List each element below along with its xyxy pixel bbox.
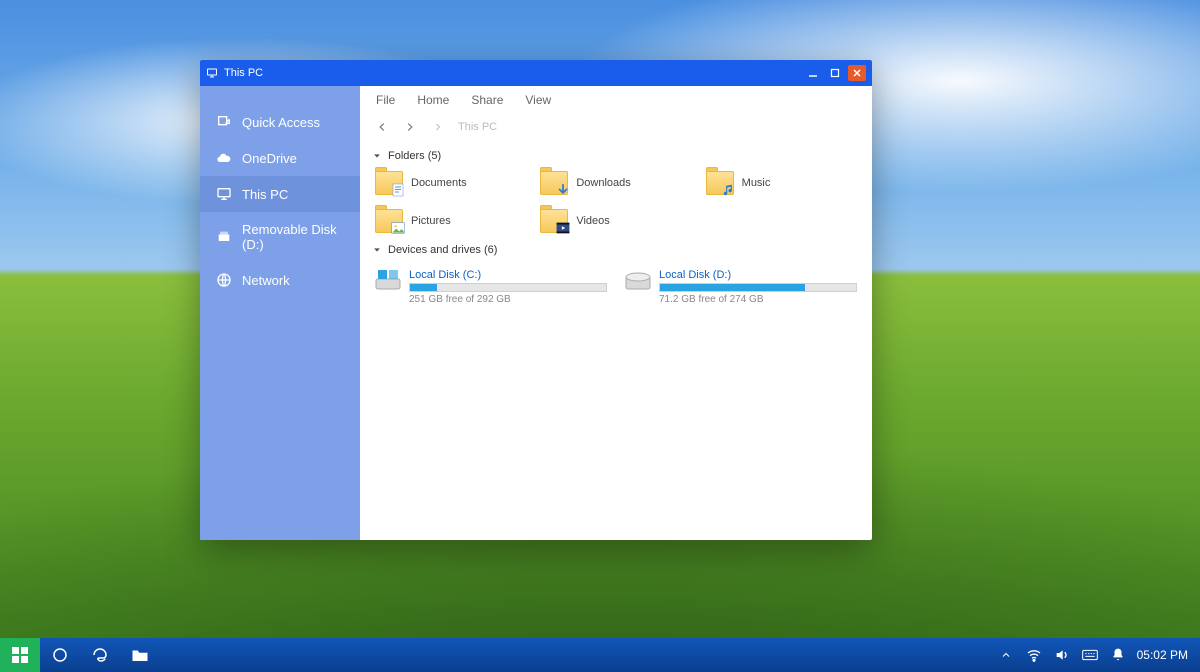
- folder-icon: [131, 647, 149, 663]
- taskbar-cortana[interactable]: [40, 638, 80, 672]
- tray-notifications-icon[interactable]: [1109, 646, 1127, 664]
- folder-icon: [375, 209, 403, 233]
- drives-grid: Local Disk (C:) 251 GB free of 292 GB: [372, 264, 860, 310]
- sidebar-item-this-pc[interactable]: This PC: [200, 176, 360, 212]
- picture-icon: [391, 221, 405, 235]
- content-area: File Home Share View This PC: [360, 86, 872, 540]
- folders-grid: Documents Downloads: [372, 166, 860, 238]
- hdd-icon: [625, 269, 651, 291]
- drive-d[interactable]: Local Disk (D:) 71.2 GB free of 274 GB: [622, 264, 860, 310]
- chevron-down-icon: [372, 151, 382, 161]
- sidebar-item-network[interactable]: Network: [200, 262, 360, 298]
- folder-label: Documents: [411, 177, 467, 189]
- drives-section-header[interactable]: Devices and drives (6): [372, 238, 860, 260]
- folder-icon: [375, 171, 403, 195]
- system-tray: 05:02 PM: [985, 638, 1200, 672]
- sidebar-item-quick-access[interactable]: Quick Access: [200, 104, 360, 140]
- drive-c[interactable]: Local Disk (C:) 251 GB free of 292 GB: [372, 264, 610, 310]
- cloud-icon: [216, 150, 232, 166]
- music-note-icon: [722, 183, 736, 197]
- minimize-button[interactable]: [804, 65, 822, 81]
- taskbar: 05:02 PM: [0, 638, 1200, 672]
- sidebar-item-label: Quick Access: [242, 115, 320, 130]
- folder-label: Music: [742, 177, 771, 189]
- close-button[interactable]: [848, 65, 866, 81]
- sidebar-item-removable-disk[interactable]: Removable Disk (D:): [200, 212, 360, 262]
- folder-icon: [706, 171, 734, 195]
- nav-forward-button[interactable]: [402, 119, 418, 135]
- disk-icon: [216, 229, 232, 245]
- sidebar-item-label: Removable Disk (D:): [242, 222, 344, 252]
- video-icon: [556, 221, 570, 235]
- ribbon: File Home Share View: [360, 86, 872, 114]
- drive-name: Local Disk (C:): [409, 269, 607, 281]
- sidebar-item-label: This PC: [242, 187, 288, 202]
- folder-icon: [540, 209, 568, 233]
- folder-videos[interactable]: Videos: [537, 204, 694, 238]
- breadcrumb[interactable]: This PC: [458, 121, 497, 133]
- drive-free-text: 251 GB free of 292 GB: [409, 294, 607, 305]
- pc-icon: [206, 67, 218, 79]
- pc-icon: [216, 186, 232, 202]
- folder-music[interactable]: Music: [703, 166, 860, 200]
- ribbon-share[interactable]: Share: [471, 93, 503, 107]
- download-arrow-icon: [556, 183, 570, 197]
- maximize-button[interactable]: [826, 65, 844, 81]
- ribbon-file[interactable]: File: [376, 93, 395, 107]
- taskbar-file-explorer[interactable]: [120, 638, 160, 672]
- folder-icon: [540, 171, 568, 195]
- nav-back-button[interactable]: [374, 119, 390, 135]
- windows-logo-icon: [12, 647, 28, 663]
- circle-icon: [51, 646, 69, 664]
- folders-section-header[interactable]: Folders (5): [372, 144, 860, 166]
- edge-icon: [91, 646, 109, 664]
- folder-documents[interactable]: Documents: [372, 166, 529, 200]
- drive-usage-bar: [659, 283, 857, 292]
- drives-section-title: Devices and drives (6): [388, 244, 497, 256]
- window-title: This PC: [224, 67, 263, 79]
- start-button[interactable]: [0, 638, 40, 672]
- drive-name: Local Disk (D:): [659, 269, 857, 281]
- quick-access-icon: [216, 114, 232, 130]
- taskbar-edge[interactable]: [80, 638, 120, 672]
- tray-chevron-up-icon[interactable]: [997, 646, 1015, 664]
- sidebar: Quick Access OneDrive This PC: [200, 86, 360, 540]
- folder-label: Downloads: [576, 177, 630, 189]
- tray-volume-icon[interactable]: [1053, 646, 1071, 664]
- folder-label: Pictures: [411, 215, 451, 227]
- chevron-right-icon: [430, 119, 446, 135]
- tray-wifi-icon[interactable]: [1025, 646, 1043, 664]
- document-icon: [391, 183, 405, 197]
- desktop-wallpaper: This PC Quick: [0, 0, 1200, 672]
- drive-free-text: 71.2 GB free of 274 GB: [659, 294, 857, 305]
- os-drive-icon: [375, 269, 401, 291]
- chevron-down-icon: [372, 245, 382, 255]
- folder-downloads[interactable]: Downloads: [537, 166, 694, 200]
- folder-label: Videos: [576, 215, 609, 227]
- folder-pictures[interactable]: Pictures: [372, 204, 529, 238]
- sidebar-item-onedrive[interactable]: OneDrive: [200, 140, 360, 176]
- tray-clock[interactable]: 05:02 PM: [1137, 648, 1188, 662]
- folders-section-title: Folders (5): [388, 150, 441, 162]
- network-icon: [216, 272, 232, 288]
- file-pane: Folders (5) Documents: [360, 140, 872, 540]
- explorer-window: This PC Quick: [200, 60, 872, 540]
- sidebar-item-label: OneDrive: [242, 151, 297, 166]
- tray-keyboard-icon[interactable]: [1081, 646, 1099, 664]
- nav-bar: This PC: [360, 114, 872, 140]
- sidebar-item-label: Network: [242, 273, 290, 288]
- drive-usage-bar: [409, 283, 607, 292]
- ribbon-home[interactable]: Home: [417, 93, 449, 107]
- ribbon-view[interactable]: View: [525, 93, 551, 107]
- titlebar[interactable]: This PC: [200, 60, 872, 86]
